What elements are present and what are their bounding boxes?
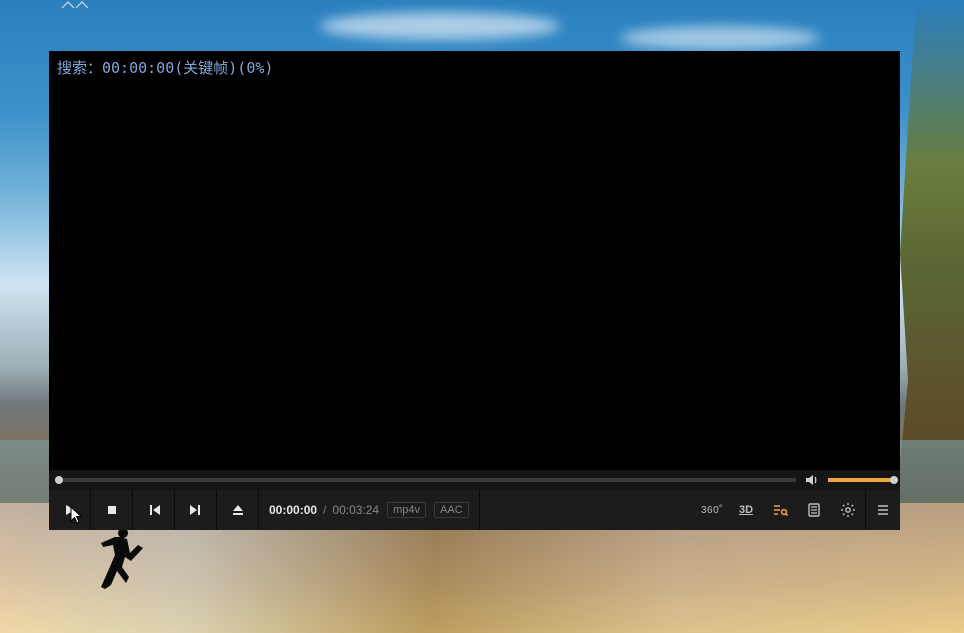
settings-button[interactable]	[831, 490, 865, 530]
video-player-window: 搜索：00:00:00(关键帧)(0%)	[49, 51, 900, 530]
seek-status-overlay: 搜索：00:00:00(关键帧)(0%)	[57, 57, 273, 78]
controls-bar: 00:00:00 / 00:03:24 mp4v AAC 360˚ 3D	[49, 490, 900, 530]
time-separator: /	[323, 503, 326, 517]
video-canvas[interactable]: 搜索：00:00:00(关键帧)(0%)	[49, 51, 900, 470]
menu-button[interactable]	[865, 490, 900, 530]
video-codec-badge: mp4v	[387, 502, 426, 518]
scenery-runner-silhouette	[95, 525, 150, 595]
three-d-label: 3D	[739, 504, 753, 516]
bookmark-search-button[interactable]	[763, 490, 797, 530]
seek-thumb[interactable]	[55, 476, 63, 484]
controls-spacer	[480, 490, 695, 530]
play-button[interactable]	[49, 490, 91, 530]
stop-button[interactable]	[91, 490, 133, 530]
vr-360-label: 360˚	[701, 505, 723, 516]
next-button[interactable]	[175, 490, 217, 530]
volume-fill	[828, 478, 894, 482]
playlist-button[interactable]	[797, 490, 831, 530]
audio-codec-badge: AAC	[434, 502, 469, 518]
scenery-cloud	[620, 26, 820, 50]
previous-button[interactable]	[133, 490, 175, 530]
time-duration: 00:03:24	[332, 503, 379, 517]
desktop-background: 搜索：00:00:00(关键帧)(0%)	[0, 0, 964, 633]
three-d-button[interactable]: 3D	[729, 490, 763, 530]
seek-bar[interactable]	[55, 478, 796, 482]
volume-thumb[interactable]	[890, 476, 898, 484]
vr-360-button[interactable]: 360˚	[695, 490, 729, 530]
progress-volume-row	[49, 470, 900, 490]
eject-open-button[interactable]	[217, 490, 259, 530]
desktop-icon-partial[interactable]	[58, 0, 88, 10]
time-codec-panel: 00:00:00 / 00:03:24 mp4v AAC	[259, 490, 480, 530]
time-current: 00:00:00	[269, 503, 317, 517]
scenery-cloud	[320, 12, 560, 40]
volume-icon[interactable]	[804, 472, 820, 488]
volume-slider[interactable]	[828, 478, 894, 482]
